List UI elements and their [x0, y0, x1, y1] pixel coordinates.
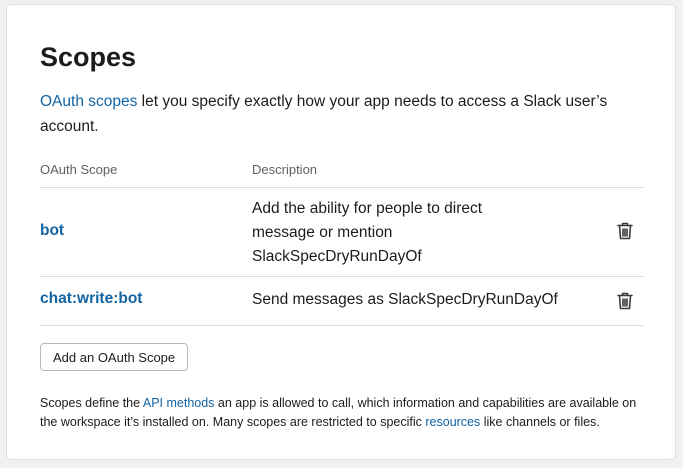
scope-name: bot: [40, 222, 65, 239]
column-header-oauth-scope: OAuth Scope: [40, 162, 118, 177]
scope-description: Send messages as SlackSpecDryRunDayOf: [252, 291, 558, 308]
footer-part-3: like channels or files.: [480, 415, 600, 429]
add-oauth-scope-button[interactable]: Add an OAuth Scope: [40, 343, 189, 371]
column-header-description: Description: [252, 162, 318, 177]
table-row: bot Add the ability for people to direct…: [40, 188, 643, 277]
api-methods-link[interactable]: API methods: [143, 396, 215, 410]
table-header: OAuth Scope Description: [40, 155, 643, 188]
footer-text: Scopes define the API methods an app is …: [40, 394, 650, 432]
scope-description: Add the ability for people to direct mes…: [252, 200, 483, 265]
oauth-scopes-link[interactable]: OAuth scopes: [40, 93, 137, 110]
scopes-table: OAuth Scope Description bot Add the abil…: [40, 155, 643, 326]
intro-text: OAuth scopes let you specify exactly how…: [40, 89, 640, 139]
scope-name: chat:write:bot: [40, 290, 143, 307]
trash-icon[interactable]: [616, 221, 634, 241]
footer-part-1: Scopes define the: [40, 396, 143, 410]
page-title: Scopes: [40, 42, 137, 72]
trash-icon[interactable]: [616, 291, 634, 311]
table-row: chat:write:bot Send messages as SlackSpe…: [40, 277, 643, 326]
resources-link[interactable]: resources: [425, 415, 480, 429]
scopes-card: Scopes OAuth scopes let you specify exac…: [6, 4, 676, 460]
